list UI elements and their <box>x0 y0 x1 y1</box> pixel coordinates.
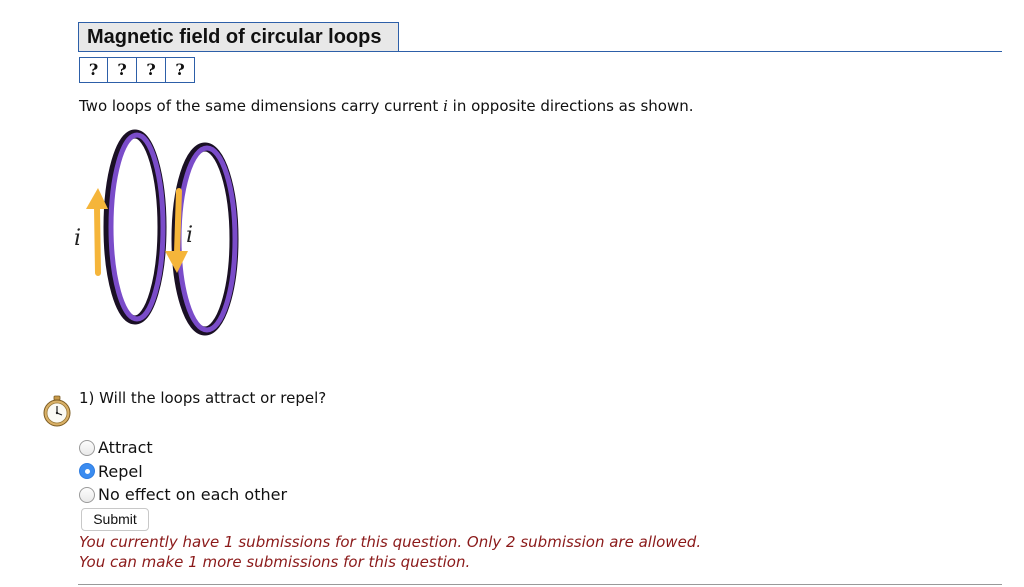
submission-count-message: You currently have 1 submissions for thi… <box>79 533 702 551</box>
radio-no-effect[interactable] <box>79 486 95 503</box>
right-current-label: i <box>186 223 193 248</box>
left-loop <box>103 129 167 325</box>
help-button-1[interactable]: ? <box>79 57 108 83</box>
page-title: Magnetic field of circular loops <box>78 22 399 51</box>
right-current-arrow <box>165 188 188 273</box>
prompt-text-before: Two loops of the same dimensions carry c… <box>79 97 444 115</box>
option-repel-label: Repel <box>98 461 143 481</box>
option-attract[interactable]: Attract <box>79 436 287 460</box>
help-button-2[interactable]: ? <box>108 57 137 83</box>
option-attract-label: Attract <box>98 438 153 458</box>
help-button-4[interactable]: ? <box>166 57 195 83</box>
current-loops-figure: i i <box>74 129 239 336</box>
help-button-row: ? ? ? ? <box>79 57 195 83</box>
answer-options: Attract Repel No effect on each other <box>79 436 287 507</box>
remaining-submissions-message: You can make 1 more submissions for this… <box>79 553 471 571</box>
question-text: 1) Will the loops attract or repel? <box>79 389 327 407</box>
radio-attract[interactable] <box>79 439 95 456</box>
help-button-3[interactable]: ? <box>137 57 166 83</box>
option-repel[interactable]: Repel <box>79 460 287 484</box>
bottom-divider <box>78 584 1002 585</box>
right-loop <box>171 142 239 336</box>
prompt-text-after: in opposite directions as shown. <box>447 97 694 115</box>
option-no-effect-label: No effect on each other <box>98 485 288 505</box>
problem-statement: Two loops of the same dimensions carry c… <box>79 97 694 115</box>
submit-button[interactable]: Submit <box>81 508 149 531</box>
stopwatch-icon <box>43 395 71 427</box>
left-current-label: i <box>74 226 81 251</box>
option-no-effect[interactable]: No effect on each other <box>79 483 287 507</box>
radio-repel[interactable] <box>79 463 95 480</box>
